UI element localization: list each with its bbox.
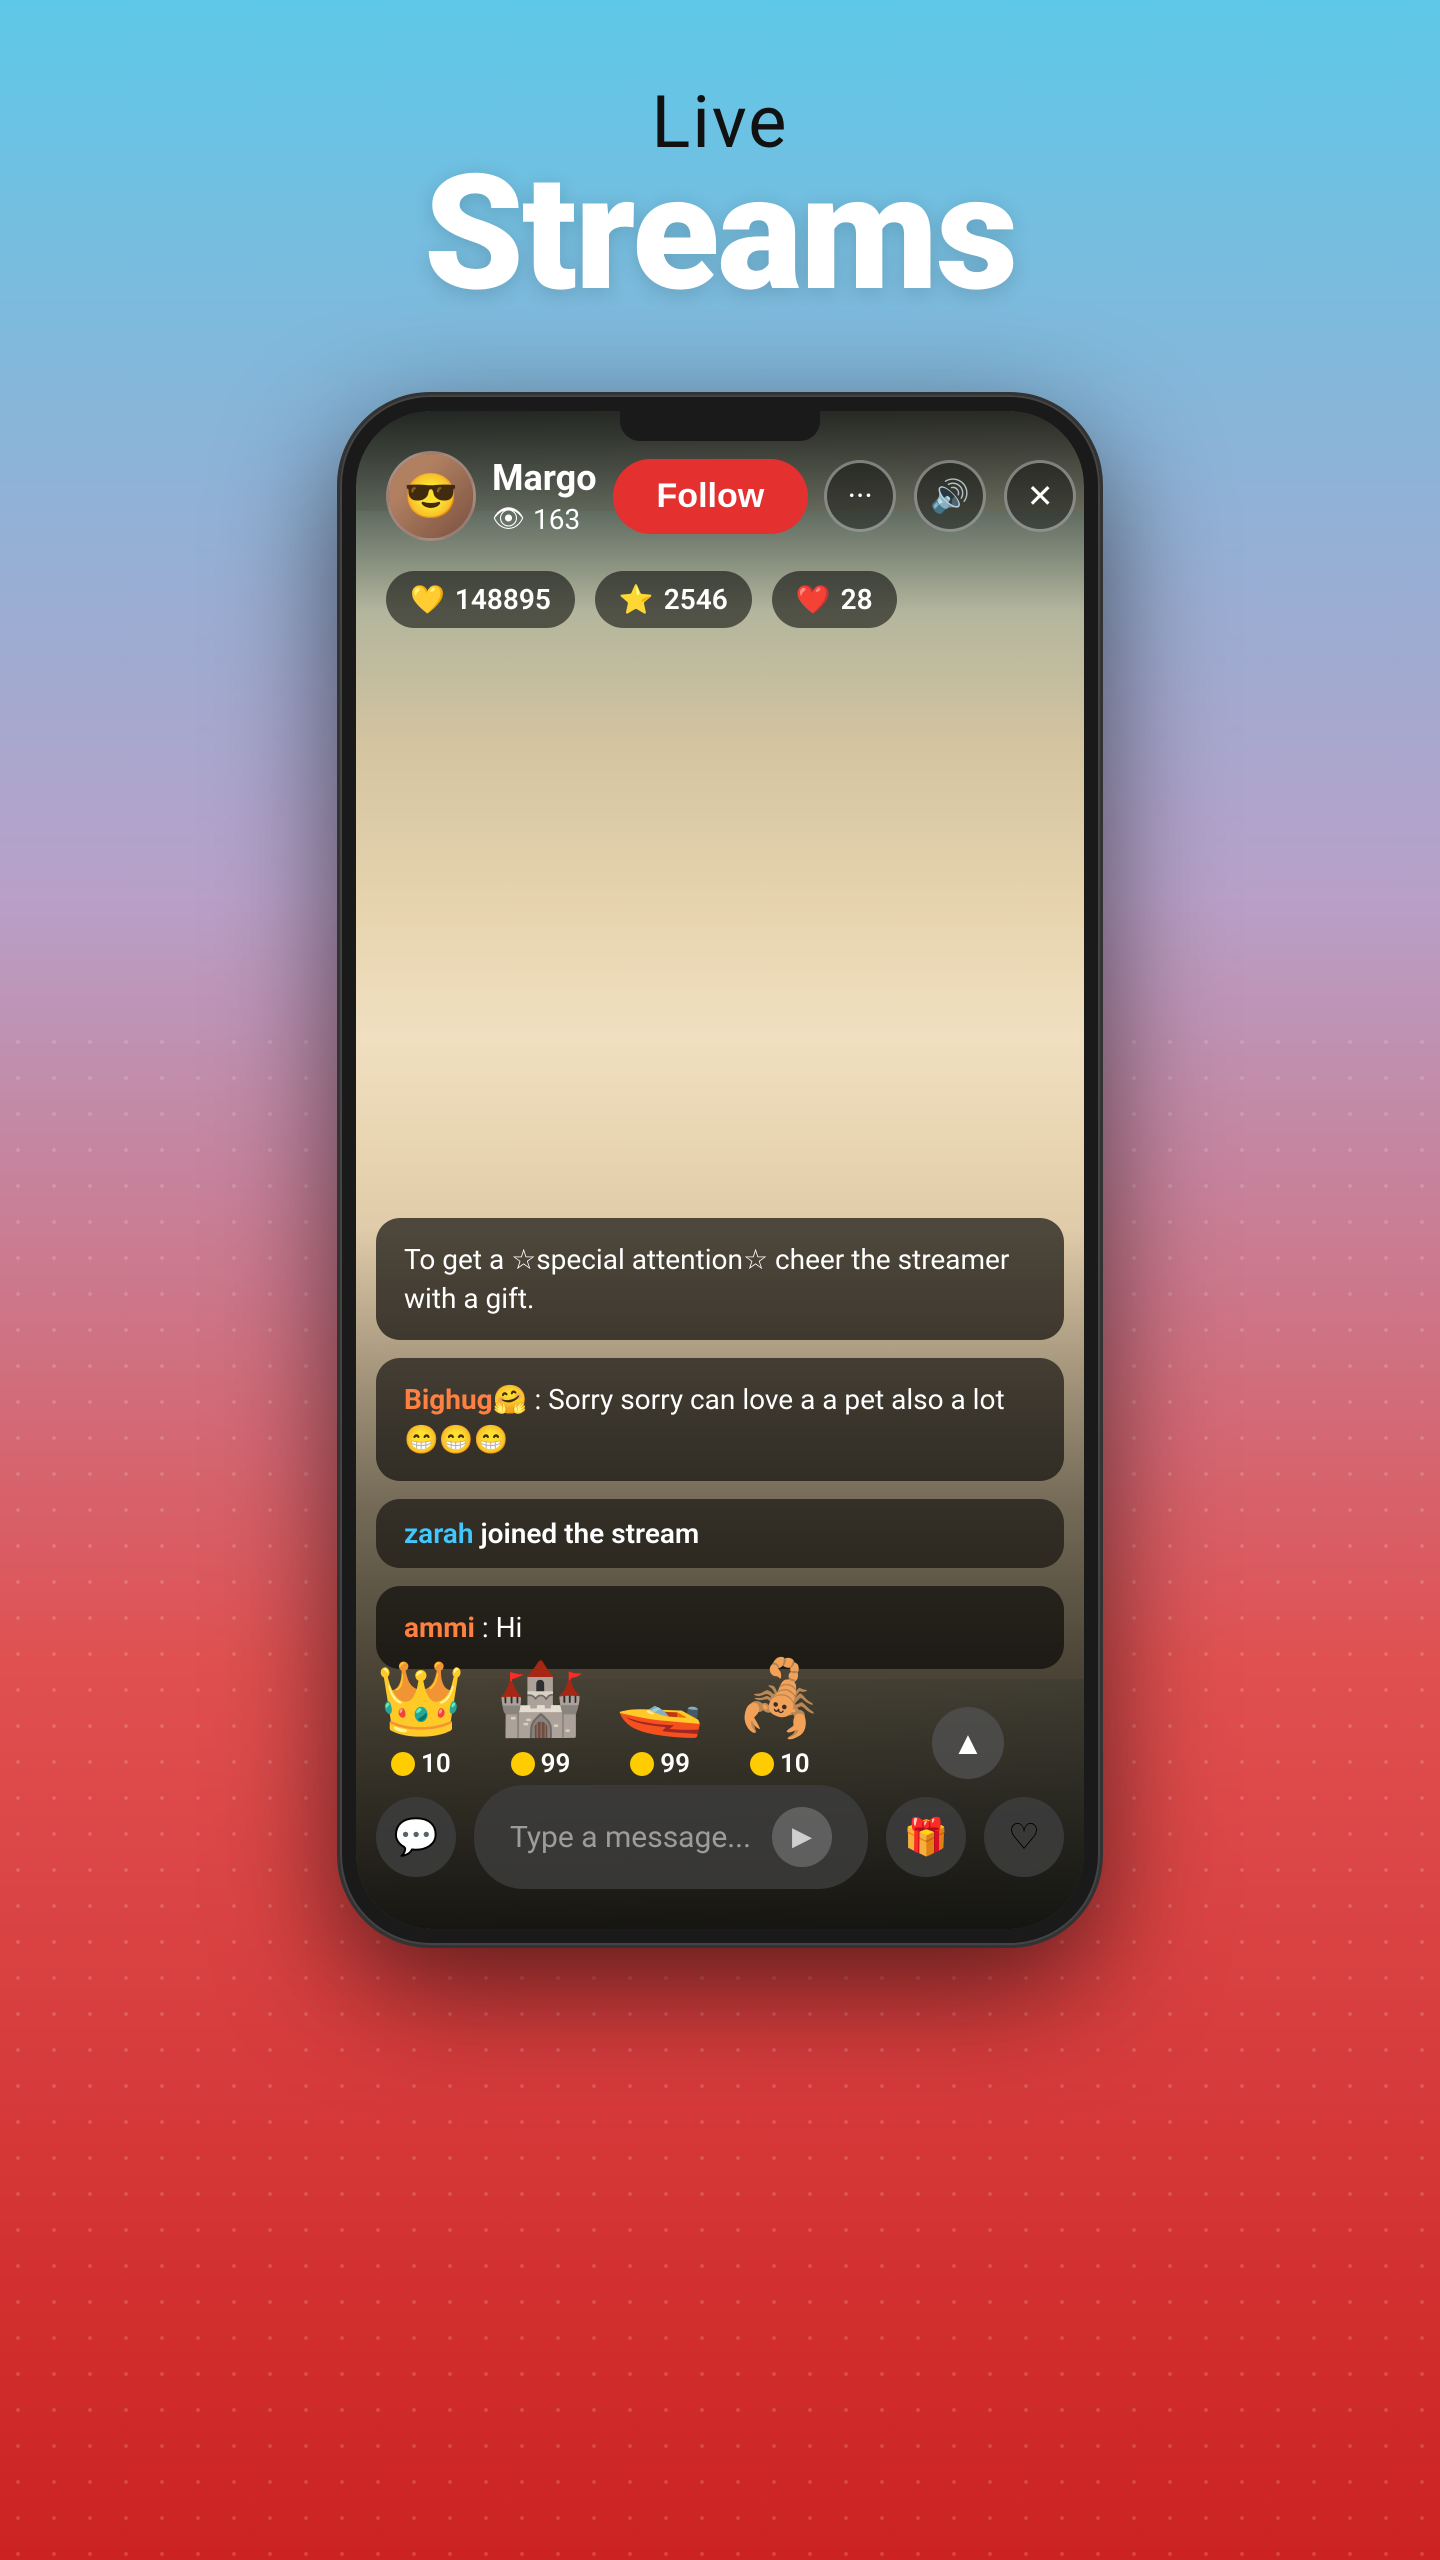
close-icon: ✕	[1027, 477, 1054, 515]
chevron-up-icon: ▲	[952, 1724, 984, 1762]
bottom-bar: 💬 Type a message... ▶ 🎁 ♡	[376, 1785, 1064, 1889]
stars-badge: ⭐ 2546	[595, 571, 752, 628]
gift-item-0[interactable]: 👑 10	[376, 1656, 466, 1779]
stars-value: 2546	[664, 583, 728, 616]
chat-username-1: ammi	[404, 1611, 475, 1644]
streamer-name: Margo	[492, 457, 597, 499]
chat-join-message: zarah joined the stream	[376, 1499, 1064, 1568]
streamer-avatar[interactable]	[386, 451, 476, 541]
header-section: Live Streams	[424, 80, 1016, 315]
chat-area: To get a ☆special attention☆ cheer the s…	[376, 1218, 1064, 1669]
gift-emoji-3: 🦂	[735, 1656, 825, 1741]
message-input-area[interactable]: Type a message... ▶	[474, 1785, 868, 1889]
viewer-count: 👁 163	[492, 503, 597, 536]
star-icon: ⭐	[619, 583, 654, 616]
gift-value-0: 10	[421, 1749, 451, 1779]
more-options-button[interactable]: ···	[824, 460, 896, 532]
coins-value: 148895	[455, 583, 551, 616]
phone-notch	[620, 411, 820, 441]
phone-screen: Margo 👁 163 Follow ···	[356, 411, 1084, 1929]
volume-button[interactable]: 🔊	[914, 460, 986, 532]
phone-frame: Margo 👁 163 Follow ···	[340, 395, 1100, 1945]
gift-price-0: 10	[391, 1749, 451, 1779]
viewer-number: 163	[533, 503, 580, 536]
close-button[interactable]: ✕	[1004, 460, 1076, 532]
scroll-up-button[interactable]: ▲	[932, 1707, 1004, 1779]
heart-icon-stat: ❤️	[796, 583, 831, 616]
gift-item-2[interactable]: 🚤 99	[615, 1656, 705, 1779]
gift-value-1: 99	[541, 1749, 571, 1779]
gift-value-2: 99	[660, 1749, 690, 1779]
send-button[interactable]: ▶	[772, 1807, 832, 1867]
stats-bar: 💛 148895 ⭐ 2546 ❤️ 28	[386, 571, 897, 628]
heart-button[interactable]: ♡	[984, 1797, 1064, 1877]
volume-icon: 🔊	[930, 477, 970, 515]
gift-price-3: 10	[750, 1749, 810, 1779]
stream-ui-layer: Margo 👁 163 Follow ···	[356, 411, 1084, 1929]
stream-top-bar: Margo 👁 163 Follow ···	[386, 451, 1054, 541]
gift-price-2: 99	[630, 1749, 690, 1779]
send-icon: ▶	[792, 1822, 812, 1852]
avatar-face	[389, 454, 473, 538]
page-wrapper: Live Streams	[0, 0, 1440, 2560]
hearts-badge: ❤️ 28	[772, 571, 897, 628]
gift-emoji-0: 👑	[376, 1656, 466, 1741]
coin-dot-0	[391, 1752, 415, 1776]
gifts-row: 👑 10 🏰 99	[376, 1656, 1004, 1779]
coin-dot-3	[750, 1752, 774, 1776]
chat-text-1: : Hi	[482, 1611, 523, 1644]
coin-dot-2	[630, 1752, 654, 1776]
coin-icon: 💛	[410, 583, 445, 616]
coin-dot-1	[511, 1752, 535, 1776]
input-placeholder: Type a message...	[510, 1820, 751, 1855]
phone-device: Margo 👁 163 Follow ···	[340, 395, 1100, 1945]
gift-price-1: 99	[511, 1749, 571, 1779]
chat-message-0: Bighug🤗 : Sorry sorry can love a a pet a…	[376, 1358, 1064, 1480]
chat-bubble-icon: 💬	[394, 1816, 439, 1858]
gift-item-1[interactable]: 🏰 99	[496, 1656, 586, 1779]
gift-item-3[interactable]: 🦂 10	[735, 1656, 825, 1779]
gift-emoji-2: 🚤	[615, 1656, 705, 1741]
coins-badge: 💛 148895	[386, 571, 575, 628]
streamer-info: Margo 👁 163	[492, 457, 597, 536]
heart-icon-btn: ♡	[1008, 1816, 1040, 1858]
chat-username-0: Bighug🤗	[404, 1383, 528, 1416]
join-username: zarah	[404, 1517, 473, 1550]
gift-button[interactable]: 🎁	[886, 1797, 966, 1877]
join-text: joined the stream	[480, 1517, 699, 1550]
gift-emoji-1: 🏰	[496, 1656, 586, 1741]
more-icon: ···	[848, 477, 873, 515]
follow-button[interactable]: Follow	[613, 459, 809, 534]
gift-value-3: 10	[780, 1749, 810, 1779]
chat-notice: To get a ☆special attention☆ cheer the s…	[376, 1218, 1064, 1340]
eye-icon: 👁	[492, 504, 525, 534]
open-chat-button[interactable]: 💬	[376, 1797, 456, 1877]
hearts-value: 28	[841, 583, 873, 616]
top-actions: ··· 🔊 ✕	[824, 460, 1076, 532]
streams-label: Streams	[424, 155, 1016, 315]
gift-icon: 🎁	[904, 1816, 949, 1858]
